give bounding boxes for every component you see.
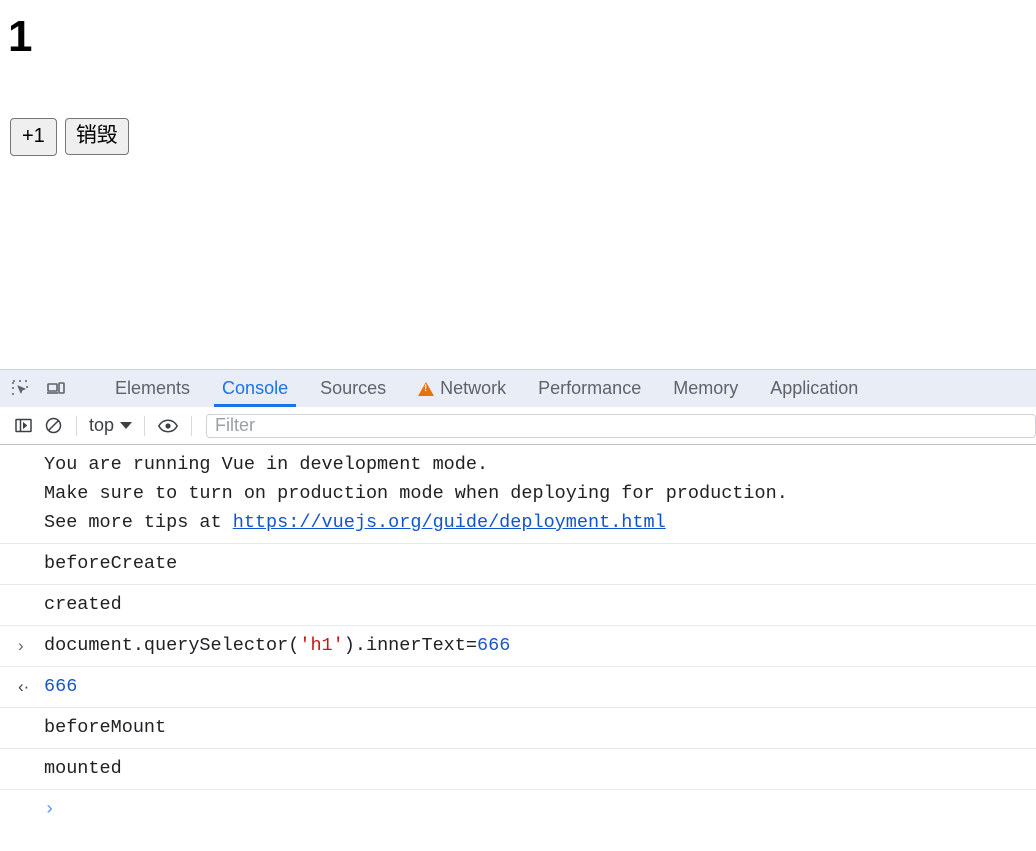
console-context-selector[interactable]: top — [85, 415, 136, 436]
devtools-tab-list: Elements Console Sources Network Perform… — [99, 370, 1036, 407]
console-filter-input[interactable] — [206, 413, 1036, 438]
console-message-mounted: mounted — [0, 749, 1036, 790]
console-message-text: beforeMount — [44, 717, 167, 738]
console-message-list[interactable]: You are running Vue in development mode.… — [0, 445, 1036, 851]
tab-performance-label: Performance — [538, 378, 642, 398]
device-toolbar-icon[interactable] — [45, 378, 67, 400]
input-expression-number: 666 — [477, 635, 511, 656]
vue-warning-line-2: Make sure to turn on production mode whe… — [44, 483, 788, 504]
input-expression-middle: ).innerText= — [343, 635, 477, 656]
console-message-text: beforeCreate — [44, 553, 178, 574]
tab-console[interactable]: Console — [206, 370, 304, 407]
devtools-tabbar: Elements Console Sources Network Perform… — [0, 370, 1036, 407]
tab-sources[interactable]: Sources — [304, 370, 402, 407]
show-console-sidebar-icon[interactable] — [8, 411, 38, 441]
console-prompt-row[interactable]: › — [0, 790, 1036, 830]
clear-console-icon[interactable] — [38, 411, 68, 441]
tab-performance[interactable]: Performance — [522, 370, 657, 407]
chevron-down-icon — [120, 422, 133, 429]
console-message-text: created — [44, 594, 122, 615]
console-context-label: top — [89, 415, 115, 435]
tab-console-label: Console — [222, 378, 289, 398]
tab-elements[interactable]: Elements — [99, 370, 206, 407]
input-expression-prefix: document.querySelector( — [44, 635, 300, 656]
output-arrow-icon: ‹· — [18, 677, 30, 696]
console-message-beforecreate: beforeCreate — [0, 544, 1036, 585]
output-result-value: 666 — [44, 676, 78, 697]
tab-application[interactable]: Application — [754, 370, 874, 407]
console-message-text: mounted — [44, 758, 122, 779]
tab-network-label: Network — [440, 378, 507, 398]
page-title: 1 — [8, 12, 32, 61]
tab-elements-label: Elements — [115, 378, 191, 398]
increment-button[interactable]: +1 — [10, 118, 57, 156]
console-message-created: created — [0, 585, 1036, 626]
devtools-tabbar-icons — [0, 370, 99, 407]
inspect-element-icon[interactable] — [10, 378, 32, 400]
vue-warning-line-1: You are running Vue in development mode. — [44, 454, 489, 475]
input-arrow-icon: › — [18, 636, 24, 655]
warning-triangle-icon — [418, 381, 435, 396]
vue-warning-line-3: See more tips at — [44, 512, 233, 533]
tab-memory[interactable]: Memory — [657, 370, 754, 407]
tab-application-label: Application — [770, 378, 859, 398]
devtools-panel: Elements Console Sources Network Perform… — [0, 369, 1036, 851]
page-button-group: +1 销毁 — [10, 118, 129, 156]
console-message-beforemount: beforeMount — [0, 708, 1036, 749]
console-message-vue-warning: You are running Vue in development mode.… — [0, 445, 1036, 544]
input-expression-string: 'h1' — [299, 635, 344, 656]
vue-deployment-link[interactable]: https://vuejs.org/guide/deployment.html — [233, 512, 666, 533]
tab-memory-label: Memory — [673, 378, 739, 398]
prompt-arrow-icon: › — [44, 799, 56, 820]
console-input-expression: › document.querySelector('h1').innerText=… — [0, 626, 1036, 667]
console-toolbar: top — [0, 407, 1036, 445]
toolbar-divider-3 — [191, 415, 193, 436]
tab-network[interactable]: Network — [402, 370, 522, 407]
tab-sources-label: Sources — [320, 378, 387, 398]
toolbar-divider-1 — [76, 415, 77, 436]
web-page-viewport: 1 +1 销毁 — [0, 0, 1036, 369]
console-output-result: ‹· 666 — [0, 667, 1036, 708]
toolbar-divider-2 — [144, 415, 146, 436]
destroy-button[interactable]: 销毁 — [64, 118, 129, 155]
live-expression-icon[interactable] — [153, 411, 183, 441]
